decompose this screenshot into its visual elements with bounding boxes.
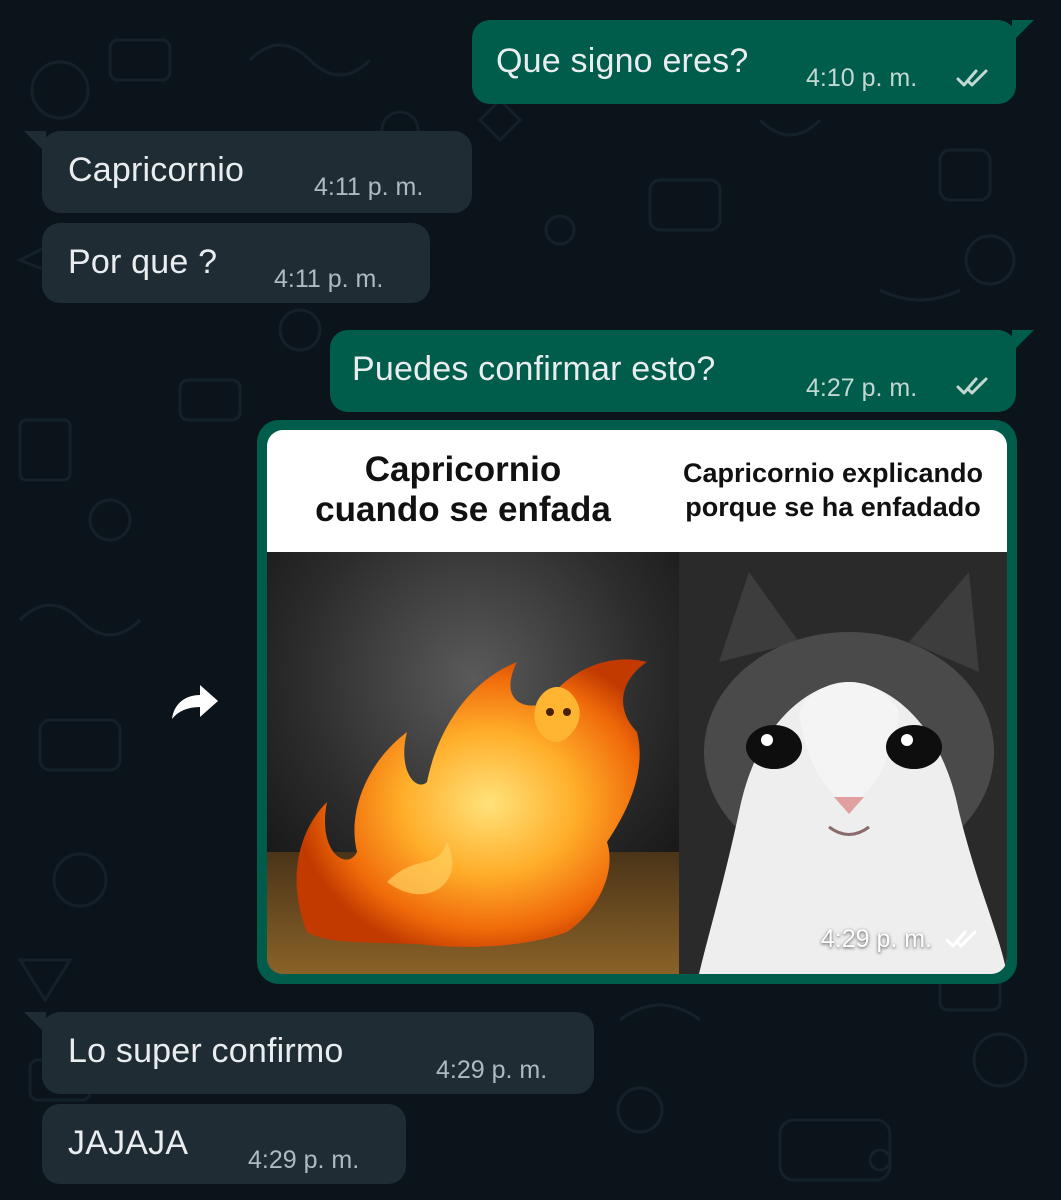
- message-bubble-incoming[interactable]: Por que ? 4:11 p. m.: [42, 223, 430, 303]
- double-check-icon: [956, 69, 988, 87]
- message-bubble-outgoing[interactable]: Puedes confirmar esto? 4:27 p. m.: [330, 330, 1016, 412]
- crying-cat-image: [679, 552, 1007, 974]
- message-bubble-incoming[interactable]: Capricornio 4:11 p. m.: [42, 131, 472, 213]
- cat-on-fire-image: [267, 552, 679, 974]
- forward-icon[interactable]: [168, 683, 220, 723]
- caption-line: Capricornio: [364, 450, 562, 489]
- message-timestamp: 4:11 p. m.: [274, 265, 384, 293]
- message-bubble-outgoing[interactable]: Que signo eres? 4:10 p. m.: [472, 20, 1016, 104]
- bubble-tail: [1012, 330, 1034, 352]
- message-text: Puedes confirmar esto?: [352, 350, 716, 388]
- double-check-icon: [956, 377, 988, 395]
- timestamp-text: 4:29 p. m.: [820, 925, 933, 953]
- message-text: Lo super confirmo: [68, 1032, 344, 1070]
- message-timestamp: 4:29 p. m.: [248, 1146, 360, 1174]
- caption-line: porque se ha enfadado: [685, 492, 981, 522]
- message-timestamp: 4:29 p. m.: [821, 925, 979, 954]
- message-text: Capricornio: [68, 151, 245, 189]
- double-check-icon: [945, 930, 977, 948]
- message-timestamp: 4:29 p. m.: [436, 1056, 548, 1084]
- message-bubble-incoming[interactable]: JAJAJA 4:29 p. m.: [42, 1104, 406, 1184]
- bubble-tail: [1012, 20, 1034, 42]
- meme-image[interactable]: Capricornio cuando se enfada Capricornio…: [267, 430, 1007, 974]
- message-timestamp: 4:27 p. m.: [806, 374, 918, 402]
- message-timestamp: 4:11 p. m.: [314, 173, 424, 201]
- message-text: Por que ?: [68, 243, 218, 281]
- image-message-bubble[interactable]: Capricornio cuando se enfada Capricornio…: [257, 420, 1017, 984]
- bubble-tail: [24, 1012, 46, 1034]
- bubble-tail: [24, 131, 46, 153]
- caption-line: Capricornio explicando: [682, 458, 984, 488]
- message-bubble-incoming[interactable]: Lo super confirmo 4:29 p. m.: [42, 1012, 594, 1094]
- message-text: Que signo eres?: [496, 42, 749, 80]
- meme-caption-left: Capricornio cuando se enfada: [267, 430, 659, 550]
- caption-line: cuando se enfada: [315, 490, 611, 529]
- message-text: JAJAJA: [68, 1124, 189, 1162]
- meme-caption-right: Capricornio explicando porque se ha enfa…: [659, 430, 1007, 550]
- message-timestamp: 4:10 p. m.: [806, 64, 918, 92]
